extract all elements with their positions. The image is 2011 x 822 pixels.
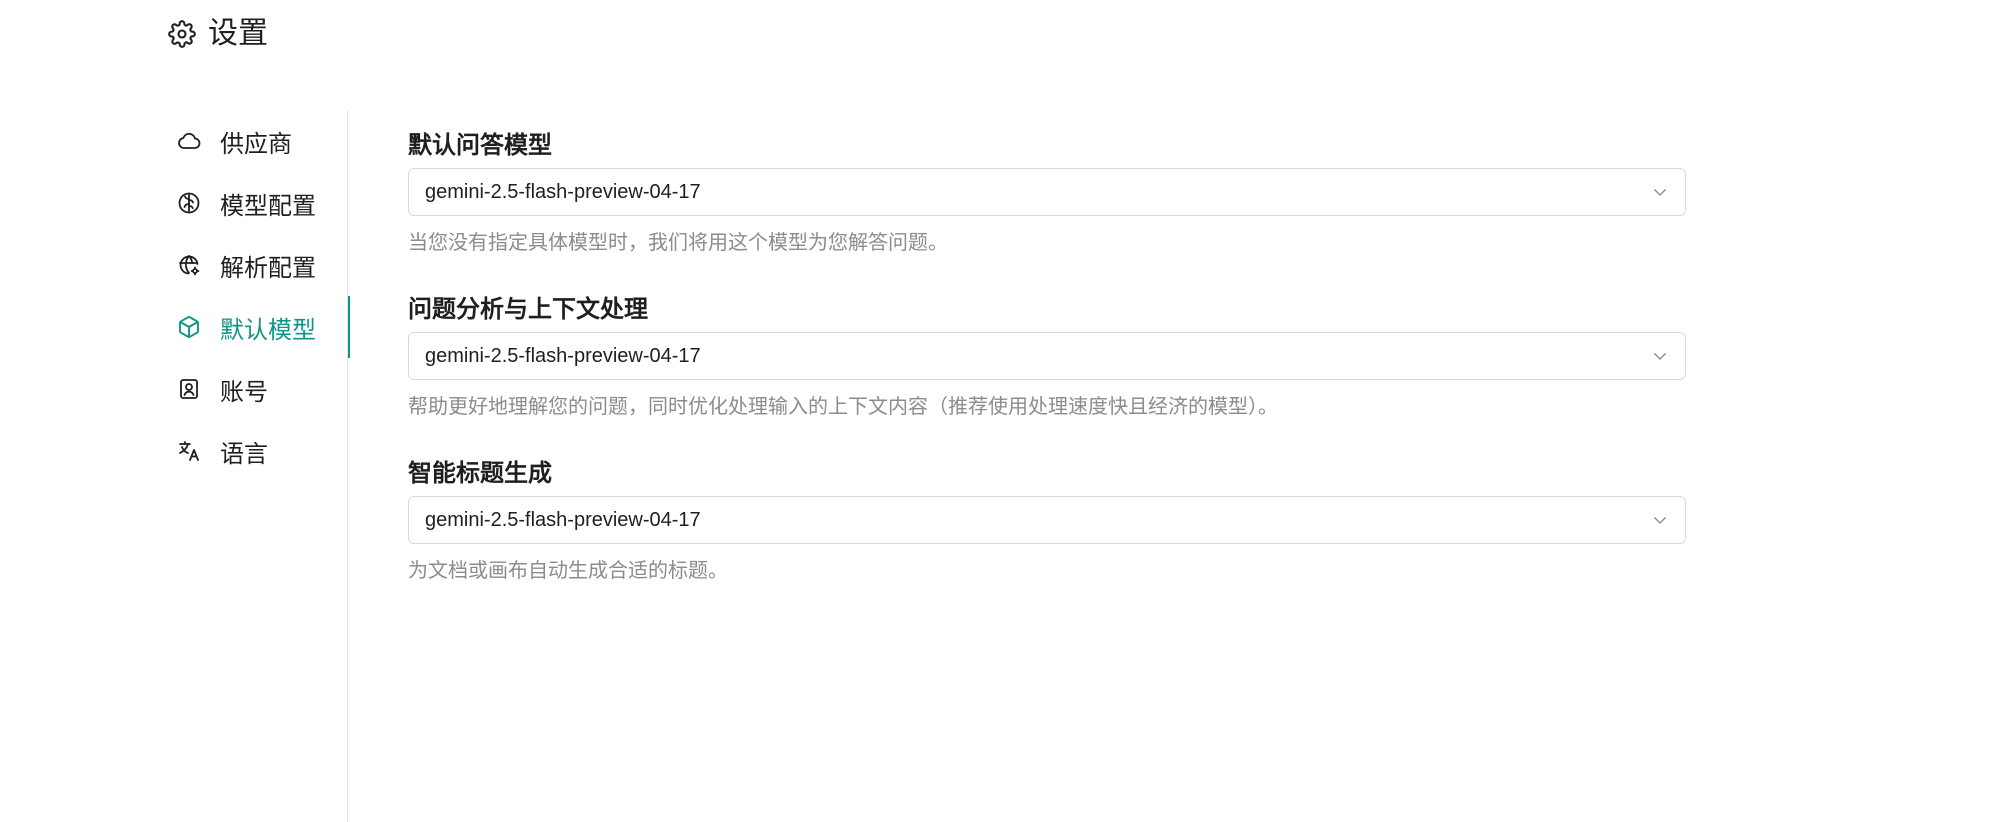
page-header: 设置 [168,14,268,54]
section-title: 默认问答模型 [408,132,552,159]
sidebar-item-model-config[interactable]: 模型配置 [168,172,348,234]
default-qa-model-select[interactable]: gemini-2.5-flash-preview-04-17 [408,168,1686,216]
chevron-down-icon [1651,347,1669,365]
section-title: 智能标题生成 [408,460,552,487]
sidebar-item-account[interactable]: 账号 [168,358,348,420]
contact-card-icon [176,376,202,402]
section-hint: 当您没有指定具体模型时，我们将用这个模型为您解答问题。 [408,232,948,254]
sidebar-item-default-model[interactable]: 默认模型 [168,296,350,358]
sidebar-item-label: 解析配置 [220,254,316,282]
settings-sidebar: 供应商 模型配置 解析配置 默认模型 账号 语言 [168,110,350,822]
translate-icon [176,438,202,464]
gear-icon [168,20,196,48]
page-title: 设置 [208,17,268,50]
settings-page: 设置 供应商 模型配置 解析配置 默认模型 账号 语言 默认问答模型 gemin… [0,0,2011,822]
cube-icon [176,314,202,340]
default-qa-model-section: 默认问答模型 gemini-2.5-flash-preview-04-17 当您… [408,130,1688,256]
brain-icon [176,190,202,216]
title-generation-section: 智能标题生成 gemini-2.5-flash-preview-04-17 为文… [408,458,1688,584]
default-model-panel: 默认问答模型 gemini-2.5-flash-preview-04-17 当您… [408,130,1688,584]
cloud-icon [176,128,202,154]
globe-gear-icon [176,252,202,278]
section-hint: 帮助更好地理解您的问题，同时优化处理输入的上下文内容（推荐使用处理速度快且经济的… [408,396,1278,418]
chevron-down-icon [1651,183,1669,201]
sidebar-item-label: 模型配置 [220,192,316,220]
section-title: 问题分析与上下文处理 [408,296,648,323]
chevron-down-icon [1651,511,1669,529]
sidebar-item-label: 账号 [220,378,268,406]
sidebar-item-label: 供应商 [220,130,292,158]
sidebar-item-label: 默认模型 [220,316,316,344]
title-generation-model-select[interactable]: gemini-2.5-flash-preview-04-17 [408,496,1686,544]
query-analysis-model-select[interactable]: gemini-2.5-flash-preview-04-17 [408,332,1686,380]
sidebar-item-language[interactable]: 语言 [168,420,348,482]
select-value: gemini-2.5-flash-preview-04-17 [425,344,701,367]
section-hint: 为文档或画布自动生成合适的标题。 [408,560,728,582]
sidebar-item-provider[interactable]: 供应商 [168,110,348,172]
sidebar-divider [347,110,348,822]
sidebar-item-parse-config[interactable]: 解析配置 [168,234,348,296]
select-value: gemini-2.5-flash-preview-04-17 [425,180,701,203]
query-analysis-section: 问题分析与上下文处理 gemini-2.5-flash-preview-04-1… [408,294,1688,420]
sidebar-item-label: 语言 [220,440,268,468]
select-value: gemini-2.5-flash-preview-04-17 [425,508,701,531]
